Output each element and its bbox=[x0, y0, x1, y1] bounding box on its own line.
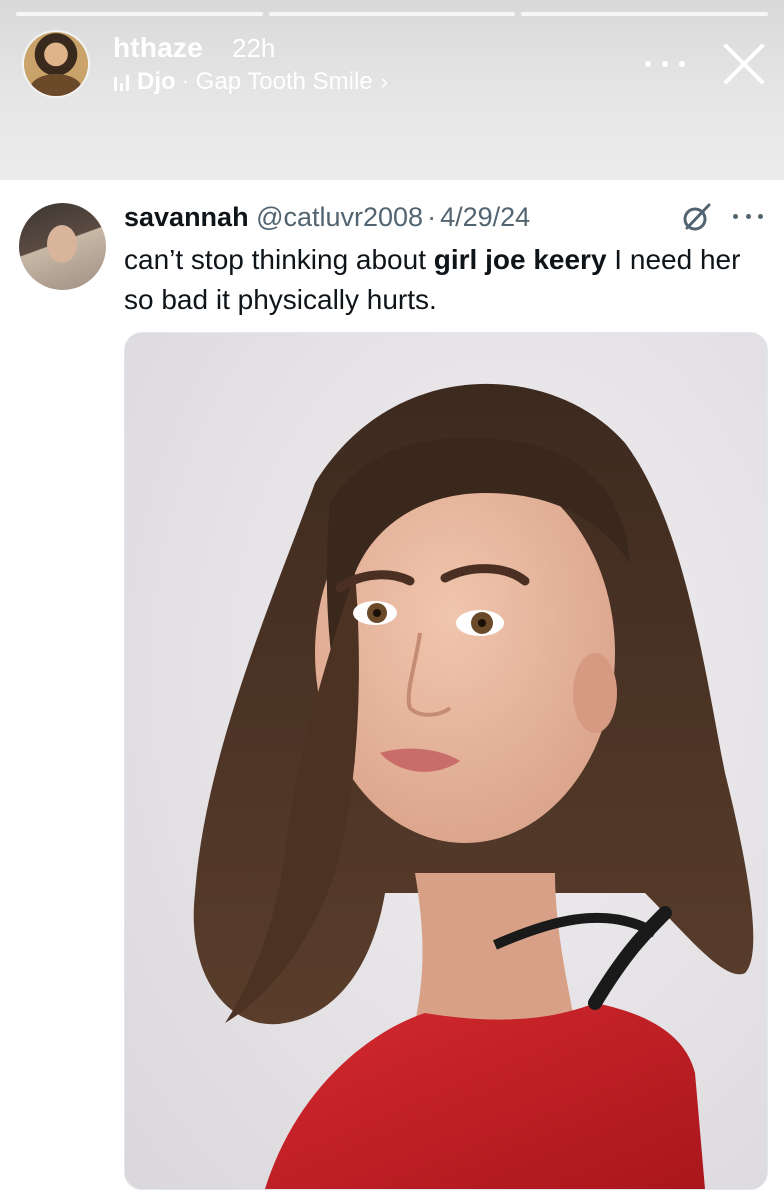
story-username[interactable]: hthaze bbox=[113, 32, 203, 64]
tweet-text-part: can’t stop thinking about bbox=[124, 244, 434, 275]
story-avatar[interactable] bbox=[24, 32, 88, 96]
story-header: hthaze 22h Djo · Gap Tooth Smile › bbox=[0, 0, 784, 180]
music-bars-icon bbox=[114, 73, 129, 91]
close-icon[interactable] bbox=[722, 42, 766, 86]
tweet-header: savannah @catluvr2008 · 4/29/24 bbox=[124, 202, 530, 233]
grok-icon[interactable] bbox=[680, 200, 714, 234]
tweet-screenshot: savannah @catluvr2008 · 4/29/24 can’t stop… bbox=[0, 180, 784, 1200]
story-music-attribution[interactable]: Djo · Gap Tooth Smile › bbox=[114, 68, 388, 96]
music-separator: · bbox=[181, 68, 190, 95]
story-progress bbox=[16, 12, 769, 16]
music-song: Gap Tooth Smile bbox=[195, 68, 373, 95]
tweet-more-icon[interactable] bbox=[733, 212, 763, 220]
tweet-text: can’t stop thinking about girl joe keery… bbox=[124, 240, 754, 320]
story-progress-segment bbox=[16, 12, 263, 16]
story-progress-segment bbox=[521, 12, 769, 16]
tweet-date[interactable]: 4/29/24 bbox=[440, 202, 530, 232]
story-timestamp: 22h bbox=[232, 33, 276, 63]
chevron-right-icon: › bbox=[380, 69, 388, 94]
music-artist: Djo bbox=[137, 68, 176, 95]
tweet-handle[interactable]: @catluvr2008 bbox=[256, 202, 423, 232]
tweet-photo[interactable] bbox=[124, 332, 768, 1190]
tweet-avatar[interactable] bbox=[19, 203, 106, 290]
portrait-photo bbox=[125, 333, 767, 1189]
tweet-dot: · bbox=[427, 202, 437, 232]
tweet-text-bold: girl joe keery bbox=[433, 244, 607, 275]
story-progress-segment bbox=[268, 12, 516, 16]
story-more-icon[interactable] bbox=[645, 50, 685, 78]
tweet-display-name[interactable]: savannah bbox=[124, 202, 249, 232]
